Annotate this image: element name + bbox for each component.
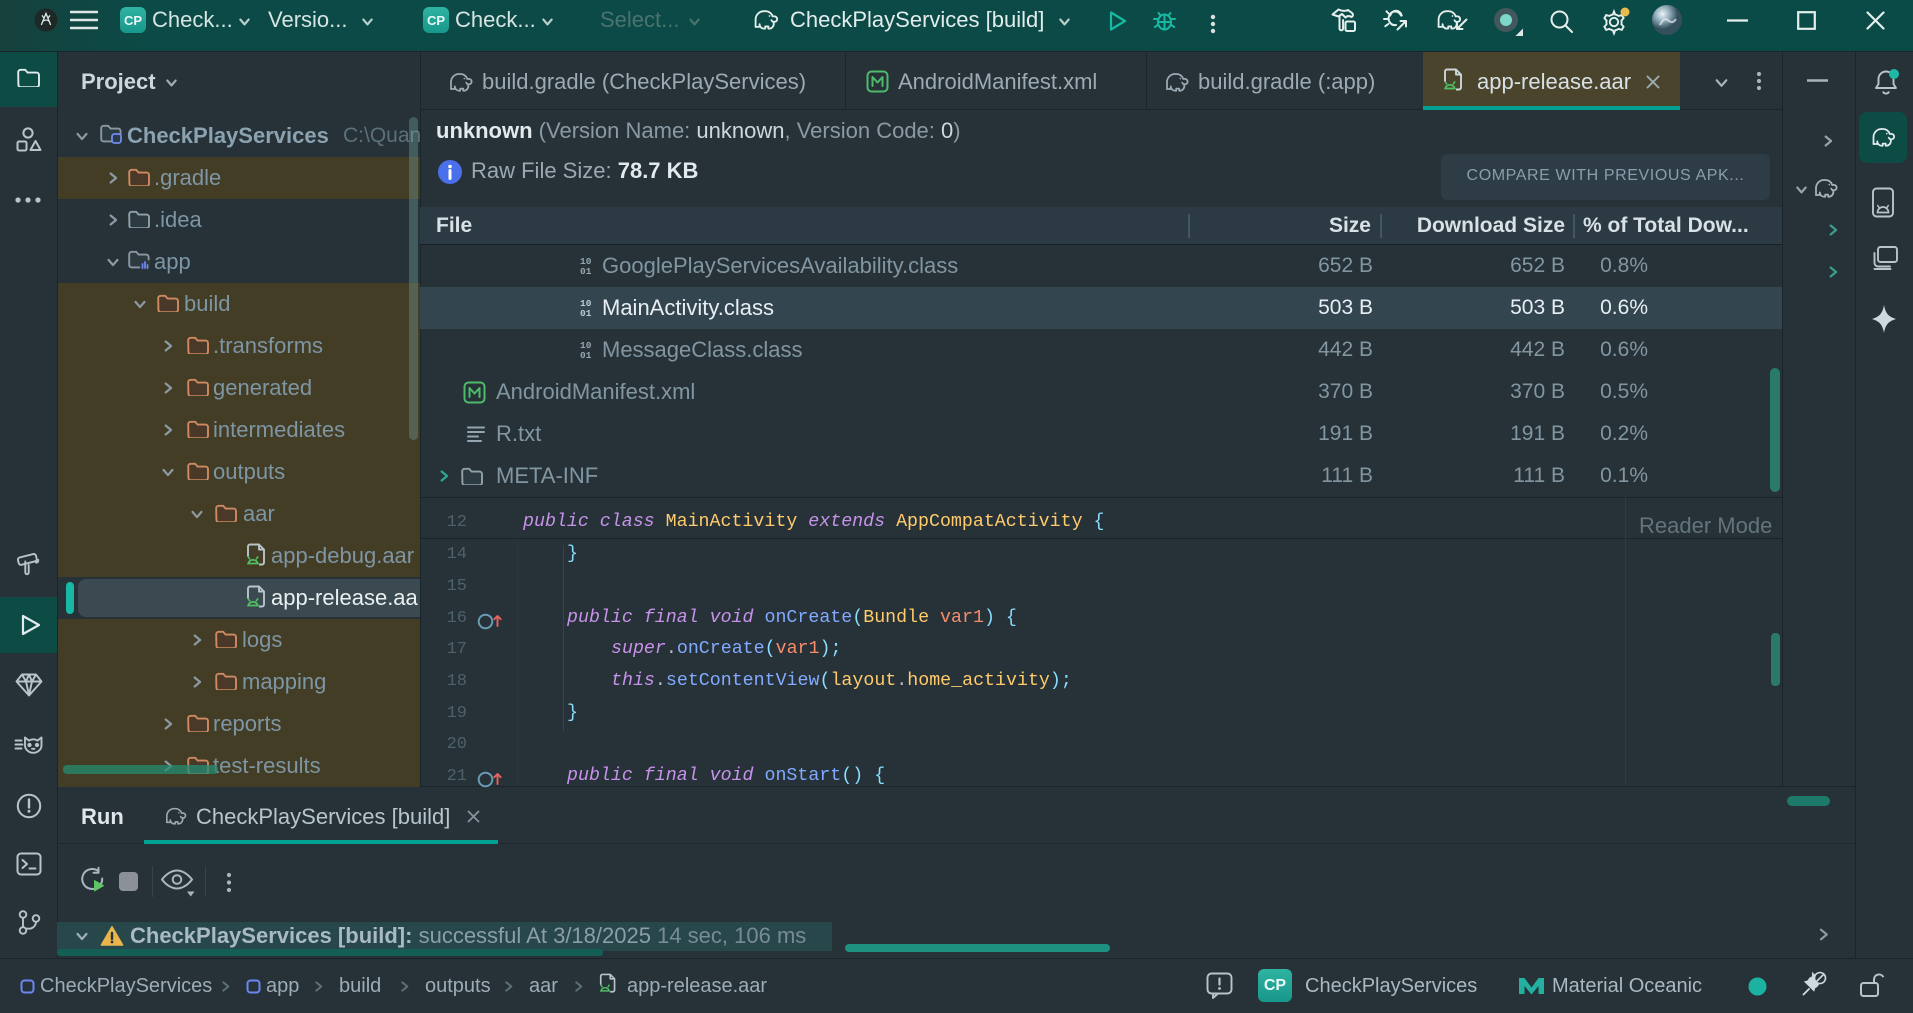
svg-text:01: 01 (580, 308, 592, 319)
svg-text:01: 01 (580, 350, 592, 361)
svg-text:01: 01 (580, 266, 592, 277)
